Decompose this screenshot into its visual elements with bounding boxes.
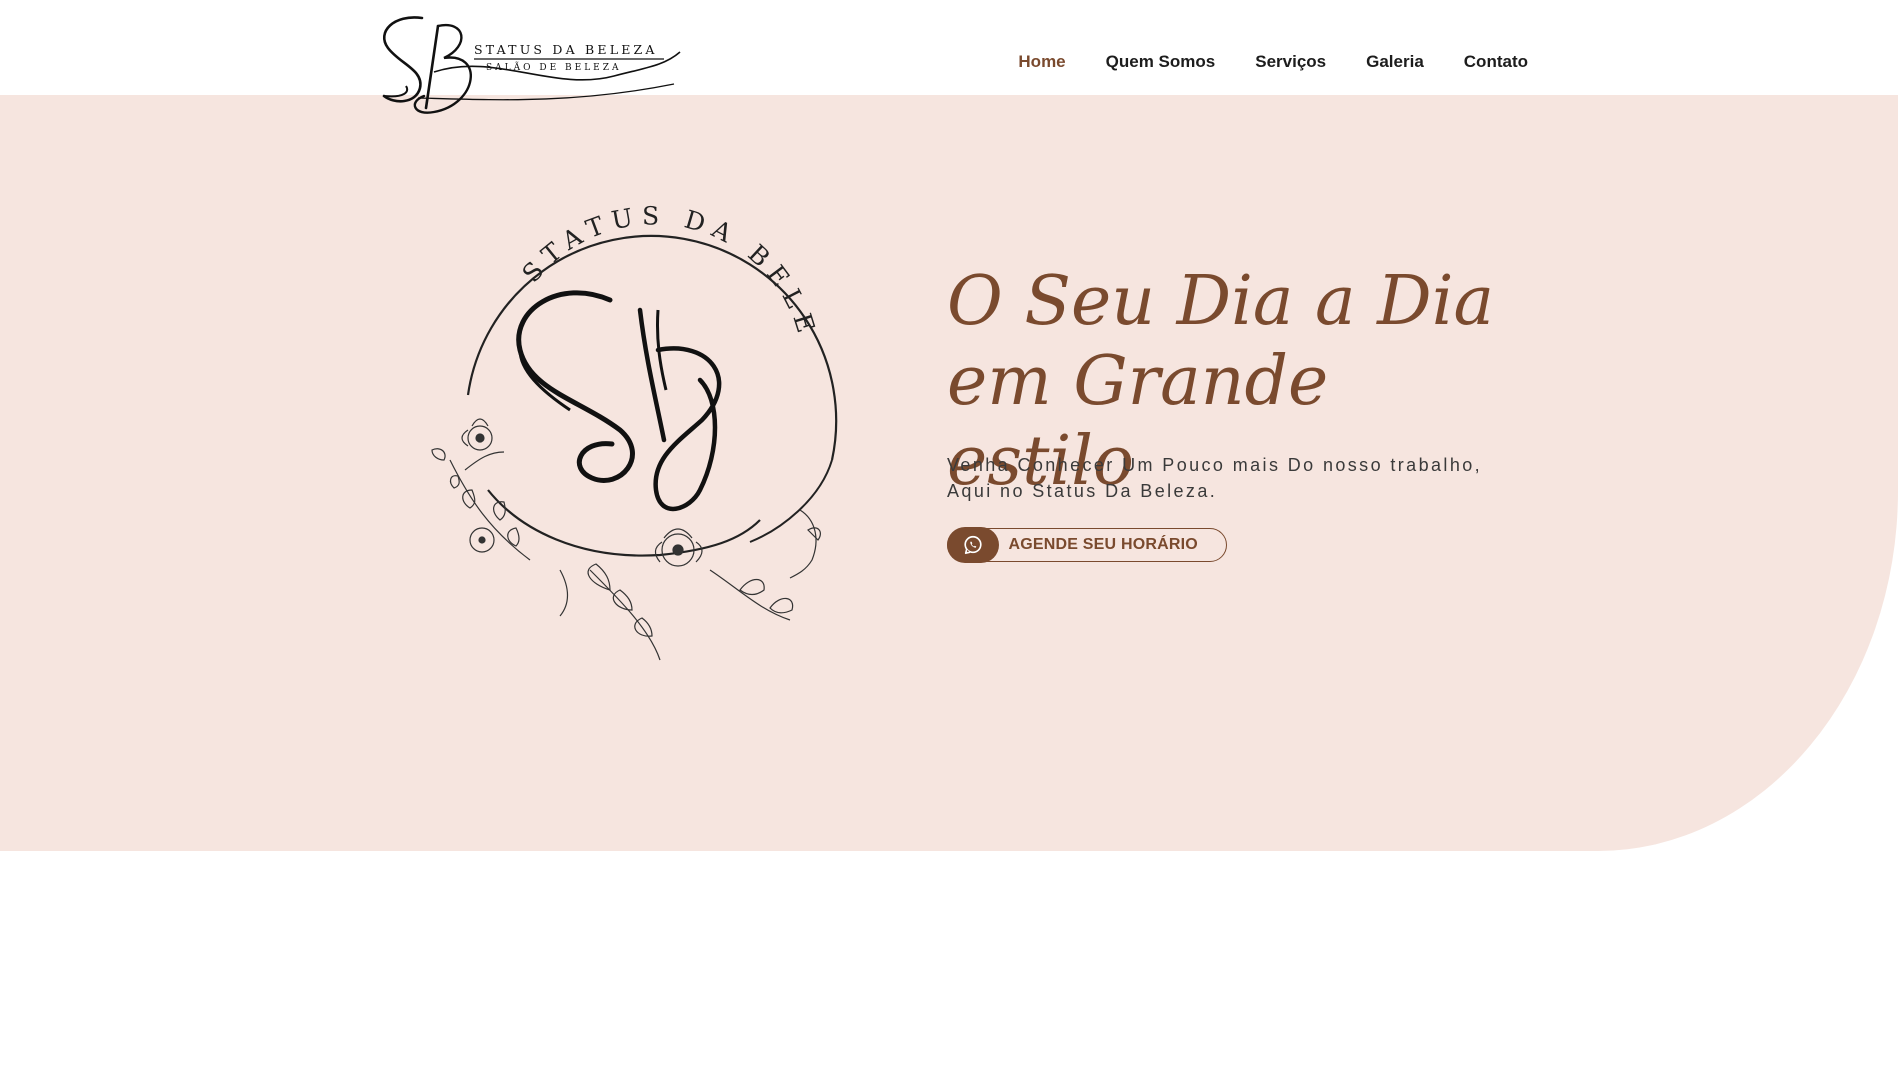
site-header: Home Quem Somos Serviços Galeria Contato — [0, 0, 1898, 95]
nav-home[interactable]: Home — [1018, 52, 1065, 72]
logo-line1: STATUS DA BELEZA — [474, 42, 658, 57]
nav-galeria[interactable]: Galeria — [1366, 52, 1424, 72]
nav-quem-somos[interactable]: Quem Somos — [1106, 52, 1216, 72]
site-logo[interactable]: STATUS DA BELEZA SALÃO DE BELEZA — [374, 12, 684, 116]
hero-subtitle-line2: Aqui no Status Da Beleza. — [947, 481, 1218, 501]
schedule-button[interactable]: AGENDE SEU HORÁRIO — [946, 527, 1227, 563]
emblem-text: STATUS DA BELEZA — [420, 190, 823, 344]
hero-subtitle: Venha Conhecer Um Pouco mais Do nosso tr… — [947, 452, 1547, 504]
main-nav: Home Quem Somos Serviços Galeria Contato — [1018, 52, 1528, 72]
hero-emblem: STATUS DA BELEZA — [420, 190, 838, 661]
page: Home Quem Somos Serviços Galeria Contato… — [0, 0, 1898, 1074]
nav-servicos[interactable]: Serviços — [1255, 52, 1326, 72]
whatsapp-icon — [946, 527, 999, 563]
hero-subtitle-line1: Venha Conhecer Um Pouco mais Do nosso tr… — [947, 455, 1483, 475]
nav-contato[interactable]: Contato — [1464, 52, 1528, 72]
schedule-button-label: AGENDE SEU HORÁRIO — [1008, 536, 1198, 553]
hero-title-line1: O Seu Dia a Dia — [947, 262, 1494, 341]
logo-line2: SALÃO DE BELEZA — [486, 61, 622, 73]
